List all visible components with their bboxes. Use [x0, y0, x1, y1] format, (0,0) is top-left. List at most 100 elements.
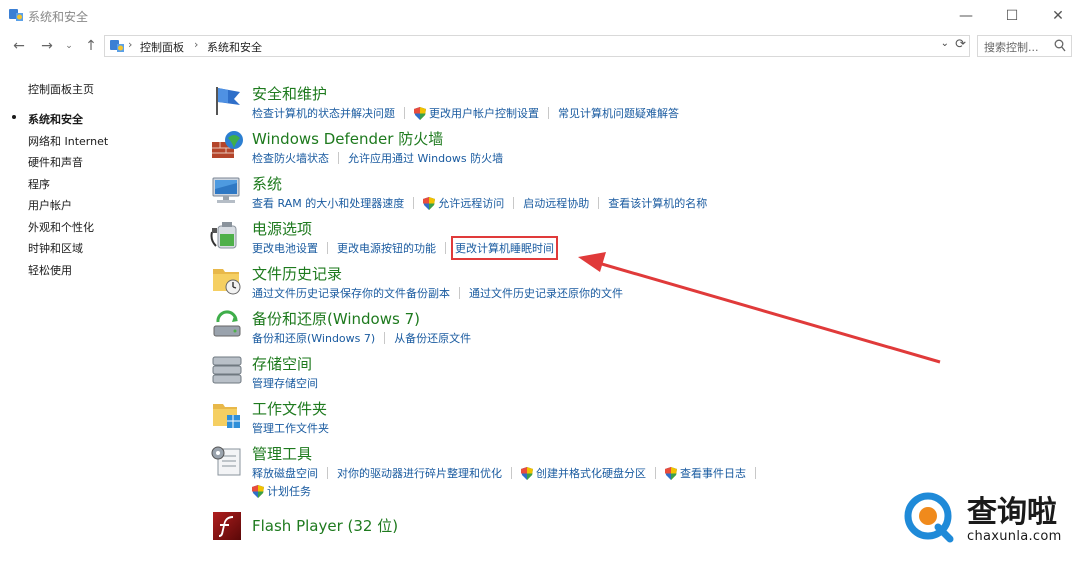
admin-tools-icon: [211, 446, 241, 476]
link-task-scheduler[interactable]: 计划任务: [252, 483, 311, 499]
link-label: 更改电池设置: [252, 242, 318, 255]
sidebar-item-ease-of-access[interactable]: 轻松使用: [28, 262, 72, 278]
sidebar-item-appearance[interactable]: 外观和个性化: [28, 219, 94, 235]
uac-shield-icon: [423, 196, 436, 210]
sidebar-item-system-security[interactable]: 系统和安全: [28, 111, 83, 127]
link-label: 允许远程访问: [438, 197, 505, 210]
link-label: 查看事件日志: [680, 467, 746, 480]
link-battery-settings[interactable]: 更改电池设置: [252, 240, 318, 256]
link-allow-app[interactable]: 允许应用通过 Windows 防火墙: [348, 150, 503, 166]
backup-icon: [213, 310, 241, 337]
uac-shield-icon: [414, 106, 426, 120]
divider: [655, 467, 656, 479]
sidebar-home-link[interactable]: 控制面板主页: [28, 81, 94, 97]
breadcrumb-separator[interactable]: ›: [194, 38, 198, 51]
link-manage-storage[interactable]: 管理存储空间: [252, 375, 318, 391]
uac-shield-icon: [521, 466, 533, 480]
link-save-backup[interactable]: 通过文件历史记录保存你的文件备份副本: [252, 285, 450, 301]
forward-button[interactable]: →: [38, 37, 56, 55]
link-label: 更改电源按钮的功能: [337, 242, 436, 255]
link-label: 计划任务: [267, 485, 311, 498]
link-computer-name[interactable]: 查看该计算机的名称: [608, 195, 707, 211]
link-check-status[interactable]: 检查计算机的状态并解决问题: [252, 105, 395, 121]
divider: [327, 467, 328, 479]
category-title[interactable]: 文件历史记录: [252, 263, 342, 284]
category-title[interactable]: Windows Defender 防火墙: [252, 128, 443, 149]
divider: [511, 467, 512, 479]
uac-shield-icon: [252, 484, 264, 498]
link-check-firewall[interactable]: 检查防火墙状态: [252, 150, 329, 166]
breadcrumb-control-panel[interactable]: 控制面板: [140, 39, 184, 55]
breadcrumb-separator[interactable]: ›: [128, 38, 132, 51]
control-panel-icon: [110, 40, 124, 52]
maximize-button[interactable]: ☐: [989, 0, 1035, 31]
divider: [384, 332, 386, 344]
category-title[interactable]: 安全和维护: [252, 83, 327, 104]
divider: [459, 287, 460, 299]
link-label: 管理工作文件夹: [252, 422, 329, 435]
minimize-button[interactable]: —: [943, 0, 989, 31]
link-view-ram[interactable]: 查看 RAM 的大小和处理器速度: [252, 195, 404, 211]
breadcrumb-system-security[interactable]: 系统和安全: [207, 39, 262, 55]
back-button[interactable]: ←: [10, 37, 28, 55]
up-button[interactable]: ↑: [82, 37, 100, 55]
link-remote-access[interactable]: 允许远程访问: [423, 195, 504, 211]
search-box[interactable]: 搜索控制...: [977, 35, 1072, 57]
link-remote-assistance[interactable]: 启动远程协助: [523, 195, 589, 211]
address-dropdown-button[interactable]: ⌄: [941, 38, 949, 49]
link-event-logs[interactable]: 查看事件日志: [665, 465, 746, 481]
category-title[interactable]: Flash Player (32 位): [252, 515, 398, 536]
refresh-button[interactable]: ⟳: [955, 37, 966, 52]
link-label: 通过文件历史记录保存你的文件备份副本: [252, 287, 450, 300]
link-manage-work-folders[interactable]: 管理工作文件夹: [252, 420, 329, 436]
category-title[interactable]: 系统: [252, 173, 282, 194]
active-indicator: [12, 115, 16, 119]
link-label: 从备份还原文件: [394, 332, 472, 345]
link-label: 检查防火墙状态: [252, 152, 329, 165]
link-label: 通过文件历史记录还原你的文件: [469, 287, 623, 300]
link-label: 释放磁盘空间: [252, 467, 318, 480]
link-restore-from-backup[interactable]: 从备份还原文件: [394, 330, 471, 346]
close-button[interactable]: ✕: [1035, 0, 1080, 31]
link-label: 启动远程协助: [523, 197, 590, 210]
sidebar-item-programs[interactable]: 程序: [28, 176, 50, 192]
category-title[interactable]: 管理工具: [252, 443, 312, 464]
link-restore-files[interactable]: 通过文件历史记录还原你的文件: [469, 285, 623, 301]
sidebar-item-hardware-sound[interactable]: 硬件和声音: [28, 154, 83, 170]
divider: [413, 197, 415, 209]
link-label: 更改用户帐户控制设置: [429, 107, 539, 120]
navigation-bar: ← → ⌄ ↑ › 控制面板 › 系统和安全 ⌄ ⟳ 搜索控制...: [0, 31, 1080, 61]
search-icon[interactable]: [1054, 39, 1066, 53]
computer-icon: [212, 177, 240, 203]
sidebar-item-network[interactable]: 网络和 Internet: [28, 133, 108, 149]
link-defragment[interactable]: 对你的驱动器进行碎片整理和优化: [337, 465, 502, 481]
address-bar[interactable]: › 控制面板 › 系统和安全 ⌄ ⟳: [104, 35, 970, 57]
link-power-button[interactable]: 更改电源按钮的功能: [337, 240, 436, 256]
link-label: 创建并格式化硬盘分区: [536, 467, 646, 480]
link-create-partitions[interactable]: 创建并格式化硬盘分区: [521, 465, 646, 481]
link-backup-restore[interactable]: 备份和还原(Windows 7): [252, 330, 375, 346]
category-title[interactable]: 备份和还原(Windows 7): [252, 308, 420, 329]
recent-locations-button[interactable]: ⌄: [63, 37, 75, 55]
divider: [755, 467, 756, 479]
link-sleep-time[interactable]: 更改计算机睡眠时间: [451, 236, 558, 260]
search-input[interactable]: 搜索控制...: [984, 39, 1039, 55]
flag-icon: [216, 87, 240, 115]
link-disk-cleanup[interactable]: 释放磁盘空间: [252, 465, 318, 481]
sidebar: 控制面板主页 系统和安全 网络和 Internet 硬件和声音 程序 用户帐户 …: [0, 61, 200, 569]
sidebar-item-user-accounts[interactable]: 用户帐户: [28, 197, 72, 213]
link-change-uac[interactable]: 更改用户帐户控制设置: [414, 105, 539, 121]
divider: [445, 242, 446, 254]
link-label: 查看该计算机的名称: [608, 197, 708, 210]
firewall-icon: [212, 131, 243, 158]
category-title[interactable]: 工作文件夹: [252, 398, 327, 419]
category-title[interactable]: 存储空间: [252, 353, 312, 374]
category-title[interactable]: 电源选项: [252, 218, 312, 239]
divider: [327, 242, 328, 254]
control-panel-icon: [9, 9, 23, 21]
link-troubleshoot[interactable]: 常见计算机问题疑难解答: [558, 105, 679, 121]
watermark-url: chaxunla.com: [967, 529, 1062, 544]
title-bar: 系统和安全 — ☐ ✕: [0, 0, 1080, 31]
sidebar-item-clock-region[interactable]: 时钟和区域: [28, 240, 83, 256]
storage-icon: [212, 356, 242, 384]
